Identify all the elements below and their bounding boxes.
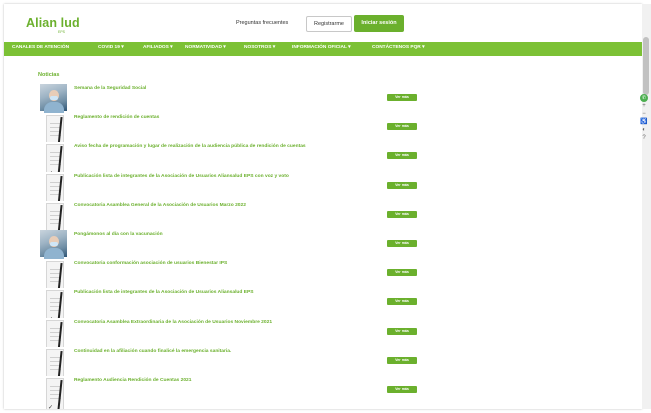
news-title-link[interactable]: Reglamento de rendición de cuentas xyxy=(74,115,159,120)
header: Alian lud EPS Preguntas frecuentes Regis… xyxy=(4,4,642,40)
document-pen-icon[interactable]: ✓ xyxy=(40,317,67,354)
nav-item-afiliados[interactable]: AFILIADOS ▾ xyxy=(143,45,173,50)
accessibility-icon[interactable]: ♿ xyxy=(639,118,649,126)
register-button[interactable]: Registrarme xyxy=(306,16,352,32)
document-pen-icon[interactable]: ✓ xyxy=(40,288,67,325)
nav-item-contactenos[interactable]: CONTÁCTENOS PQR ▾ xyxy=(372,45,425,50)
logo-text: Alian lud xyxy=(26,16,80,30)
browser-viewport: Alian lud EPS Preguntas frecuentes Regis… xyxy=(4,4,642,409)
ver-mas-button[interactable]: Ver más xyxy=(387,356,417,364)
minus-icon[interactable]: − xyxy=(639,110,649,118)
news-title-link[interactable]: Semana de la Seguridad Social xyxy=(74,86,146,91)
whatsapp-icon[interactable]: ✆ xyxy=(640,94,648,102)
document-pen-icon[interactable]: ✓ xyxy=(40,200,67,237)
scrollbar-thumb[interactable] xyxy=(643,37,649,95)
nav-item-normatividad[interactable]: NORMATIVIDAD ▾ xyxy=(185,45,226,50)
nav-item-canales[interactable]: CANALES DE ATENCIÓN xyxy=(12,45,69,50)
news-title-link[interactable]: Reglamento Audiencia Rendición de Cuenta… xyxy=(74,378,192,383)
faq-link[interactable]: Preguntas frecuentes xyxy=(236,20,288,26)
logo-subtext: EPS xyxy=(58,30,66,34)
news-item: ✓ Reglamento Audiencia Rendición de Cuent… xyxy=(4,376,624,409)
document-pen-icon[interactable]: ✓ xyxy=(40,171,67,208)
document-pen-icon[interactable]: ✓ xyxy=(40,376,67,409)
ver-mas-button[interactable]: Ver más xyxy=(387,210,417,218)
news-title-link[interactable]: Continuidad en la afiliación cuando fina… xyxy=(74,349,231,354)
news-section-title: Noticias xyxy=(38,72,60,78)
news-title-link[interactable]: Pongámonos al día con la vacunación xyxy=(74,232,163,237)
news-photo-thumbnail[interactable] xyxy=(40,84,67,120)
ver-mas-button[interactable]: Ver más xyxy=(387,94,417,101)
ver-mas-button[interactable]: Ver más xyxy=(387,181,417,189)
ver-mas-button[interactable]: Ver más xyxy=(387,298,417,306)
side-toolbar: ✆ + − ♿ ◐ ? xyxy=(639,94,649,142)
ver-mas-button[interactable]: Ver más xyxy=(387,152,417,160)
news-title-link[interactable]: Convocatoria Asamblea General de la Asoc… xyxy=(74,203,246,208)
nav-item-covid[interactable]: COVID 19 ▾ xyxy=(98,45,124,50)
document-pen-icon[interactable]: ✓ xyxy=(40,142,67,179)
document-pen-icon[interactable]: ✓ xyxy=(40,113,67,150)
news-title-link[interactable]: Publicación lista de integrantes de la A… xyxy=(74,290,254,295)
news-photo-thumbnail[interactable] xyxy=(40,230,67,266)
main-navigation: CANALES DE ATENCIÓN COVID 19 ▾ AFILIADOS… xyxy=(4,42,642,56)
document-pen-icon[interactable]: ✓ xyxy=(40,259,67,296)
ver-mas-button[interactable]: Ver más xyxy=(387,123,417,131)
news-title-link[interactable]: Convocatoria conformación asociación de … xyxy=(74,261,227,266)
ver-mas-button[interactable]: Ver más xyxy=(387,240,417,247)
news-title-link[interactable]: Convocatoria Asamblea Extraordinaria de … xyxy=(74,320,272,325)
plus-icon[interactable]: + xyxy=(639,102,649,110)
contrast-icon[interactable]: ◐ xyxy=(639,126,649,134)
login-button[interactable]: Iniciar sesión xyxy=(354,15,404,32)
news-title-link[interactable]: Publicación lista de integrantes de la A… xyxy=(74,174,289,179)
aliansalud-logo[interactable]: Alian lud xyxy=(26,16,80,30)
ver-mas-button[interactable]: Ver más xyxy=(387,269,417,277)
nav-item-nosotros[interactable]: NOSOTROS ▾ xyxy=(244,45,275,50)
help-icon[interactable]: ? xyxy=(639,134,649,142)
news-title-link[interactable]: Aviso fecha de programación y lugar de r… xyxy=(74,144,306,149)
document-pen-icon[interactable]: ✓ xyxy=(40,346,67,383)
ver-mas-button[interactable]: Ver más xyxy=(387,386,417,393)
ver-mas-button[interactable]: Ver más xyxy=(387,327,417,335)
nav-item-informacion-oficial[interactable]: INFORMACIÓN OFICIAL ▾ xyxy=(292,45,351,50)
